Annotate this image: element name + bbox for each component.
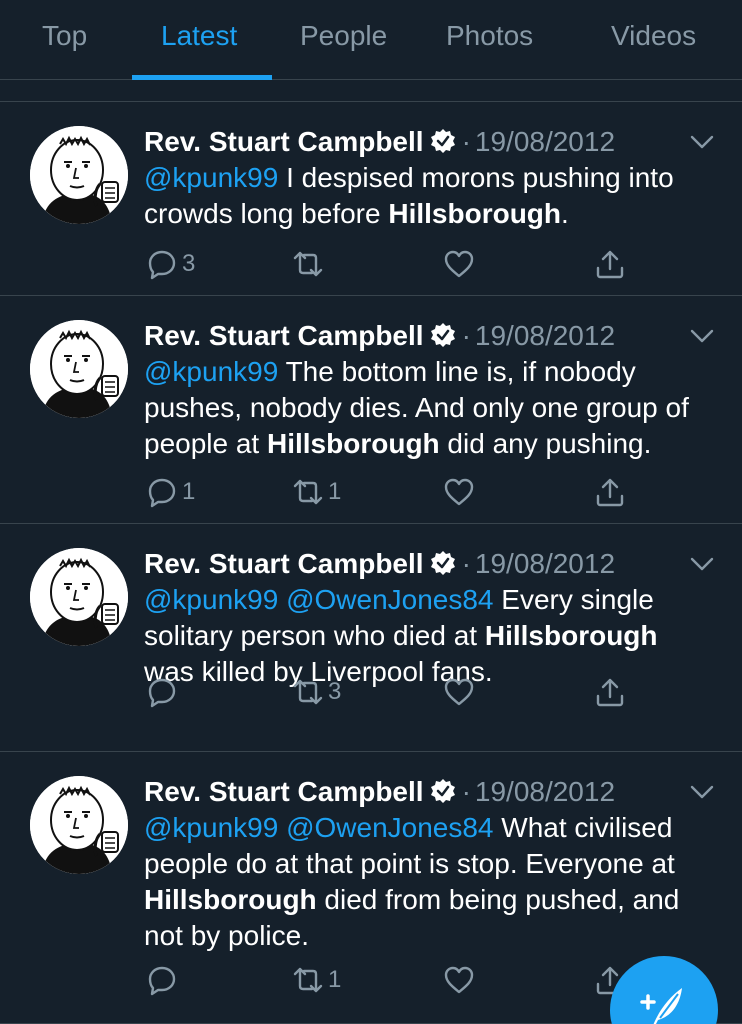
avatar-illustration — [30, 776, 128, 874]
separator-dot: · — [461, 776, 471, 807]
reply-icon — [148, 478, 176, 508]
tab-photos[interactable]: Photos — [446, 20, 533, 52]
reply-count: 3 — [182, 250, 196, 277]
active-tab-indicator — [132, 75, 272, 80]
avatar-illustration — [30, 126, 128, 224]
highlighted-keyword: Hillsborough — [144, 884, 317, 915]
like-button[interactable] — [443, 672, 479, 712]
author-name[interactable]: Rev. Stuart Campbell — [144, 126, 424, 157]
compose-tweet-icon — [640, 988, 682, 1024]
retweet-count: 1 — [328, 478, 342, 505]
tweet[interactable]: Rev. Stuart Campbell · 19/08/2012 @kpunk99… — [0, 102, 742, 296]
tweet-header: Rev. Stuart Campbell · 19/08/2012 — [144, 318, 615, 354]
share-icon — [596, 250, 624, 279]
tweet-text-segment — [278, 812, 286, 843]
tweet-header: Rev. Stuart Campbell · 19/08/2012 — [144, 546, 615, 582]
tab-videos[interactable]: Videos — [611, 20, 696, 52]
tab-top[interactable]: Top — [42, 20, 87, 52]
author-name[interactable]: Rev. Stuart Campbell — [144, 776, 424, 807]
chevron-down-icon[interactable] — [690, 784, 714, 800]
verified-badge-icon — [430, 129, 455, 153]
mention-link[interactable]: @kpunk99 — [144, 584, 278, 615]
highlighted-keyword: Hillsborough — [388, 198, 562, 229]
retweet-button[interactable] — [292, 244, 328, 284]
verified-badge-icon — [430, 551, 455, 575]
avatar[interactable] — [30, 320, 128, 418]
retweet-button[interactable]: 1 — [292, 472, 341, 512]
reply-button[interactable]: 3 — [146, 244, 195, 284]
heart-icon — [444, 250, 474, 278]
highlighted-keyword: Hillsborough — [484, 620, 658, 651]
retweet-button[interactable]: 3 — [292, 672, 341, 712]
tweet-actions: 3 — [0, 672, 742, 712]
tweet-text-segment — [278, 584, 286, 615]
tweet-text-segment: . — [561, 198, 569, 229]
chevron-down-icon[interactable] — [690, 556, 714, 572]
reply-icon — [148, 250, 176, 280]
reply-button[interactable]: 1 — [146, 472, 195, 512]
retweet-icon — [293, 679, 323, 705]
tweet-actions: 3 — [0, 244, 742, 284]
tab-latest[interactable]: Latest — [161, 20, 237, 52]
like-button[interactable] — [443, 244, 479, 284]
reply-icon — [148, 966, 176, 996]
retweet-icon — [293, 479, 323, 505]
reply-button[interactable] — [146, 672, 182, 712]
author-name[interactable]: Rev. Stuart Campbell — [144, 548, 424, 579]
share-icon — [596, 478, 624, 507]
tweet-header: Rev. Stuart Campbell · 19/08/2012 — [144, 774, 615, 810]
verified-badge-icon — [430, 779, 455, 803]
avatar[interactable] — [30, 126, 128, 224]
avatar[interactable] — [30, 776, 128, 874]
tweet-date[interactable]: 19/08/2012 — [475, 320, 615, 351]
tweet[interactable]: Rev. Stuart Campbell · 19/08/2012 @kpunk99… — [0, 524, 742, 752]
tweet-text: @kpunk99 The bottom line is, if nobody p… — [144, 354, 714, 462]
mention-link[interactable]: @kpunk99 — [144, 162, 278, 193]
tweet-header: Rev. Stuart Campbell · 19/08/2012 — [144, 124, 615, 160]
heart-icon — [444, 678, 474, 706]
retweet-icon — [293, 967, 323, 993]
like-button[interactable] — [443, 960, 479, 1000]
share-button[interactable] — [594, 472, 626, 512]
reply-count: 1 — [182, 478, 196, 505]
share-icon — [596, 678, 624, 707]
tweet-actions: 1 1 — [0, 472, 742, 512]
tweet-text: @kpunk99 I despised morons pushing into … — [144, 160, 714, 232]
tweet-text: @kpunk99 @OwenJones84 What civilised peo… — [144, 810, 714, 954]
mention-link[interactable]: @kpunk99 — [144, 812, 278, 843]
share-button[interactable] — [594, 244, 626, 284]
verified-badge-icon — [430, 323, 455, 347]
mention-link[interactable]: @OwenJones84 — [286, 584, 493, 615]
author-name[interactable]: Rev. Stuart Campbell — [144, 320, 424, 351]
share-button[interactable] — [594, 672, 626, 712]
tweet-text-segment: did any pushing. — [439, 428, 652, 459]
tweet-date[interactable]: 19/08/2012 — [475, 548, 615, 579]
heart-icon — [444, 478, 474, 506]
reply-icon — [148, 678, 176, 708]
retweet-icon — [293, 251, 323, 277]
tweet-date[interactable]: 19/08/2012 — [475, 776, 615, 807]
mention-link[interactable]: @OwenJones84 — [286, 812, 493, 843]
separator-dot: · — [461, 126, 471, 157]
heart-icon — [444, 966, 474, 994]
avatar-illustration — [30, 320, 128, 418]
search-tabs: Top Latest People Photos Videos — [0, 0, 742, 80]
avatar[interactable] — [30, 548, 128, 646]
retweet-button[interactable]: 1 — [292, 960, 341, 1000]
avatar-illustration — [30, 548, 128, 646]
tweet-date[interactable]: 19/08/2012 — [475, 126, 615, 157]
chevron-down-icon[interactable] — [690, 328, 714, 344]
highlighted-keyword: Hillsborough — [267, 428, 440, 459]
like-button[interactable] — [443, 472, 479, 512]
retweet-count: 3 — [328, 678, 342, 705]
chevron-down-icon[interactable] — [690, 134, 714, 150]
retweet-count: 1 — [328, 966, 342, 993]
mention-link[interactable]: @kpunk99 — [144, 356, 278, 387]
separator-dot: · — [461, 320, 471, 351]
reply-button[interactable] — [146, 960, 182, 1000]
tweet[interactable]: Rev. Stuart Campbell · 19/08/2012 @kpunk99… — [0, 296, 742, 524]
tab-people[interactable]: People — [300, 20, 387, 52]
separator-dot: · — [461, 548, 471, 579]
